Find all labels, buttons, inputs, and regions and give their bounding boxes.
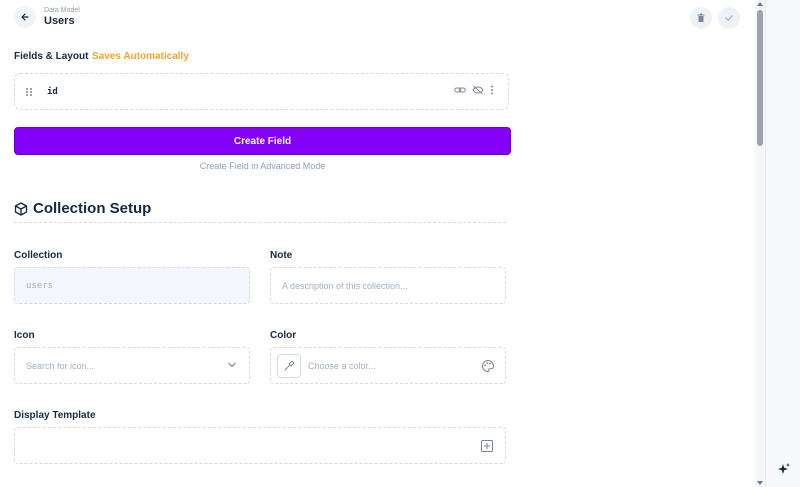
color-placeholder: Choose a color... <box>308 360 376 371</box>
color-input[interactable]: Choose a color... <box>270 347 506 384</box>
right-sidebar <box>765 0 800 487</box>
header: Data Model Users <box>0 0 755 36</box>
display-template-label: Display Template <box>14 410 96 421</box>
breadcrumb[interactable]: Data Model <box>44 7 80 14</box>
box-icon <box>14 201 28 216</box>
field-name: id <box>47 86 58 97</box>
collection-label: Collection <box>14 250 63 261</box>
field-actions <box>454 85 494 95</box>
page: Data Model Users Fields & Layout Saves A… <box>0 0 800 487</box>
chevron-down-icon <box>228 362 236 368</box>
note-placeholder: A description of this collection... <box>282 280 408 291</box>
icon-label: Icon <box>14 330 35 341</box>
create-field-advanced-link[interactable]: Create Field in Advanced Mode <box>14 161 511 171</box>
collection-value: users <box>26 280 54 291</box>
link-icon[interactable] <box>454 85 466 95</box>
trash-icon <box>697 13 705 22</box>
eye-off-icon[interactable] <box>472 85 484 95</box>
arrow-left-icon <box>21 13 29 21</box>
collection-setup-title: Collection Setup <box>33 200 152 217</box>
color-label: Color <box>270 330 297 341</box>
icon-select[interactable]: Search for icon... <box>14 347 250 384</box>
icon-placeholder: Search for icon... <box>26 360 95 371</box>
palette-icon[interactable] <box>481 359 495 373</box>
back-button[interactable] <box>14 6 36 28</box>
create-field-button[interactable]: Create Field <box>14 127 511 155</box>
scrollbar-thumb[interactable] <box>757 10 763 146</box>
delete-button[interactable] <box>690 7 712 29</box>
note-input[interactable]: A description of this collection... <box>270 267 506 304</box>
divider <box>14 222 506 223</box>
fields-list: id <box>14 73 509 110</box>
add-box-icon[interactable] <box>480 439 494 453</box>
field-row[interactable]: id <box>19 78 504 105</box>
page-title: Users <box>44 15 75 27</box>
triangle-up-icon <box>757 2 763 6</box>
autosave-indicator: Saves Automatically <box>92 51 189 62</box>
scroll-up-arrow[interactable] <box>755 0 765 8</box>
ai-assistant-button[interactable] <box>766 455 800 483</box>
check-icon <box>725 15 733 21</box>
note-label: Note <box>270 250 293 261</box>
scroll-down-arrow[interactable] <box>755 479 765 487</box>
save-button[interactable] <box>718 7 740 29</box>
more-vertical-icon[interactable] <box>490 85 494 95</box>
collection-setup-heading: Collection Setup <box>14 200 151 217</box>
collection-input: users <box>14 267 250 304</box>
sparkles-icon <box>777 463 790 474</box>
color-picker-button[interactable] <box>277 353 301 378</box>
fields-layout-label: Fields & Layout <box>14 51 89 62</box>
triangle-down-icon <box>757 481 763 485</box>
eyedropper-icon <box>284 360 294 370</box>
display-template-input[interactable] <box>14 427 506 464</box>
drag-handle-icon[interactable] <box>25 87 35 97</box>
